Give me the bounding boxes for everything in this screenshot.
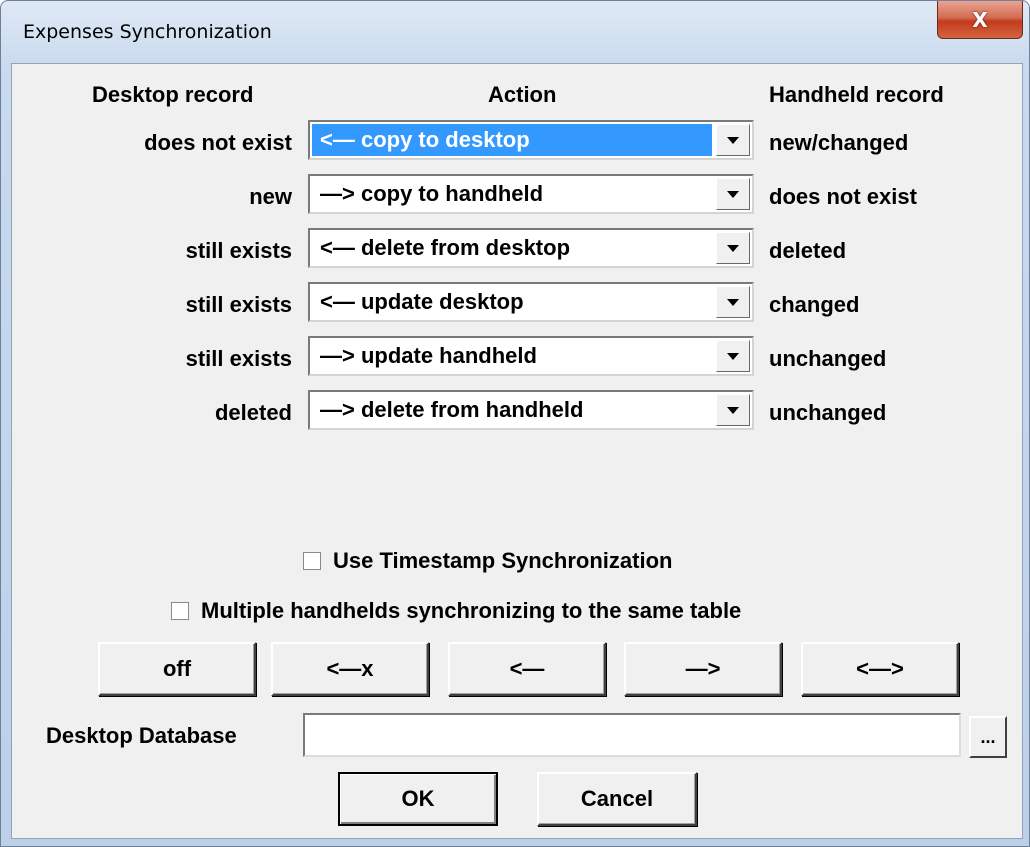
header-handheld-record: Handheld record [769,82,944,107]
dialog-window: Expenses Synchronization X Desktop recor… [0,0,1030,847]
action-dropdown[interactable]: —> update handheld [308,336,754,376]
multiple-handhelds-label: Multiple handhelds synchronizing to the … [201,598,742,623]
close-icon: X [972,7,988,32]
desktop-status-label: new [249,184,292,209]
window-title: Expenses Synchronization [23,21,272,43]
timestamp-sync-option[interactable]: Use Timestamp Synchronization [303,548,672,574]
mode-copy-to-handheld-button[interactable]: —> [624,642,782,696]
handheld-status-label: unchanged [769,400,887,425]
action-dropdown[interactable]: <— copy to desktop [308,120,754,160]
action-dropdown[interactable]: <— delete from desktop [308,228,754,268]
dropdown-arrow-icon[interactable] [716,232,750,264]
dropdown-arrow-icon[interactable] [716,178,750,210]
mode-copy-to-desktop-exclusive-button[interactable]: <—x [271,642,429,696]
action-dropdown[interactable]: —> delete from handheld [308,390,754,430]
handheld-status-label: does not exist [769,184,917,209]
dropdown-arrow-icon[interactable] [716,394,750,426]
action-value: —> delete from handheld [320,397,584,422]
header-action: Action [488,82,557,107]
action-dropdown[interactable]: <— update desktop [308,282,754,322]
multiple-handhelds-option[interactable]: Multiple handhelds synchronizing to the … [171,598,741,624]
dropdown-arrow-icon[interactable] [716,340,750,372]
browse-button[interactable]: ... [969,716,1007,758]
mode-copy-to-desktop-button[interactable]: <— [448,642,606,696]
close-button[interactable]: X [937,1,1023,39]
desktop-status-label: does not exist [144,130,292,155]
action-value: <— copy to desktop [312,124,712,156]
cancel-button[interactable]: Cancel [537,772,697,826]
desktop-database-label: Desktop Database [46,723,237,748]
desktop-status-label: still exists [185,346,292,371]
action-value: —> update handheld [320,343,537,368]
desktop-database-input[interactable] [303,713,961,757]
header-desktop-record: Desktop record [92,82,254,107]
action-dropdown[interactable]: —> copy to handheld [308,174,754,214]
dropdown-arrow-icon[interactable] [716,124,750,156]
dialog-body: Desktop record Action Handheld record do… [11,63,1023,839]
handheld-status-label: new/changed [769,130,909,155]
title-bar[interactable]: Expenses Synchronization X [1,1,1030,63]
desktop-status-label: still exists [185,292,292,317]
ok-button[interactable]: OK [338,772,498,826]
desktop-status-label: still exists [185,238,292,263]
dropdown-arrow-icon[interactable] [716,286,750,318]
desktop-status-label: deleted [214,400,292,425]
handheld-status-label: unchanged [769,346,887,371]
mode-bidirectional-button[interactable]: <—> [801,642,959,696]
action-value: <— delete from desktop [320,235,571,260]
action-value: <— update desktop [320,289,524,314]
timestamp-sync-label: Use Timestamp Synchronization [333,548,673,573]
timestamp-sync-checkbox[interactable] [303,552,321,570]
handheld-status-label: changed [769,292,860,317]
mode-off-button[interactable]: off [98,642,256,696]
multiple-handhelds-checkbox[interactable] [171,602,189,620]
action-value: —> copy to handheld [320,181,544,206]
handheld-status-label: deleted [769,238,847,263]
